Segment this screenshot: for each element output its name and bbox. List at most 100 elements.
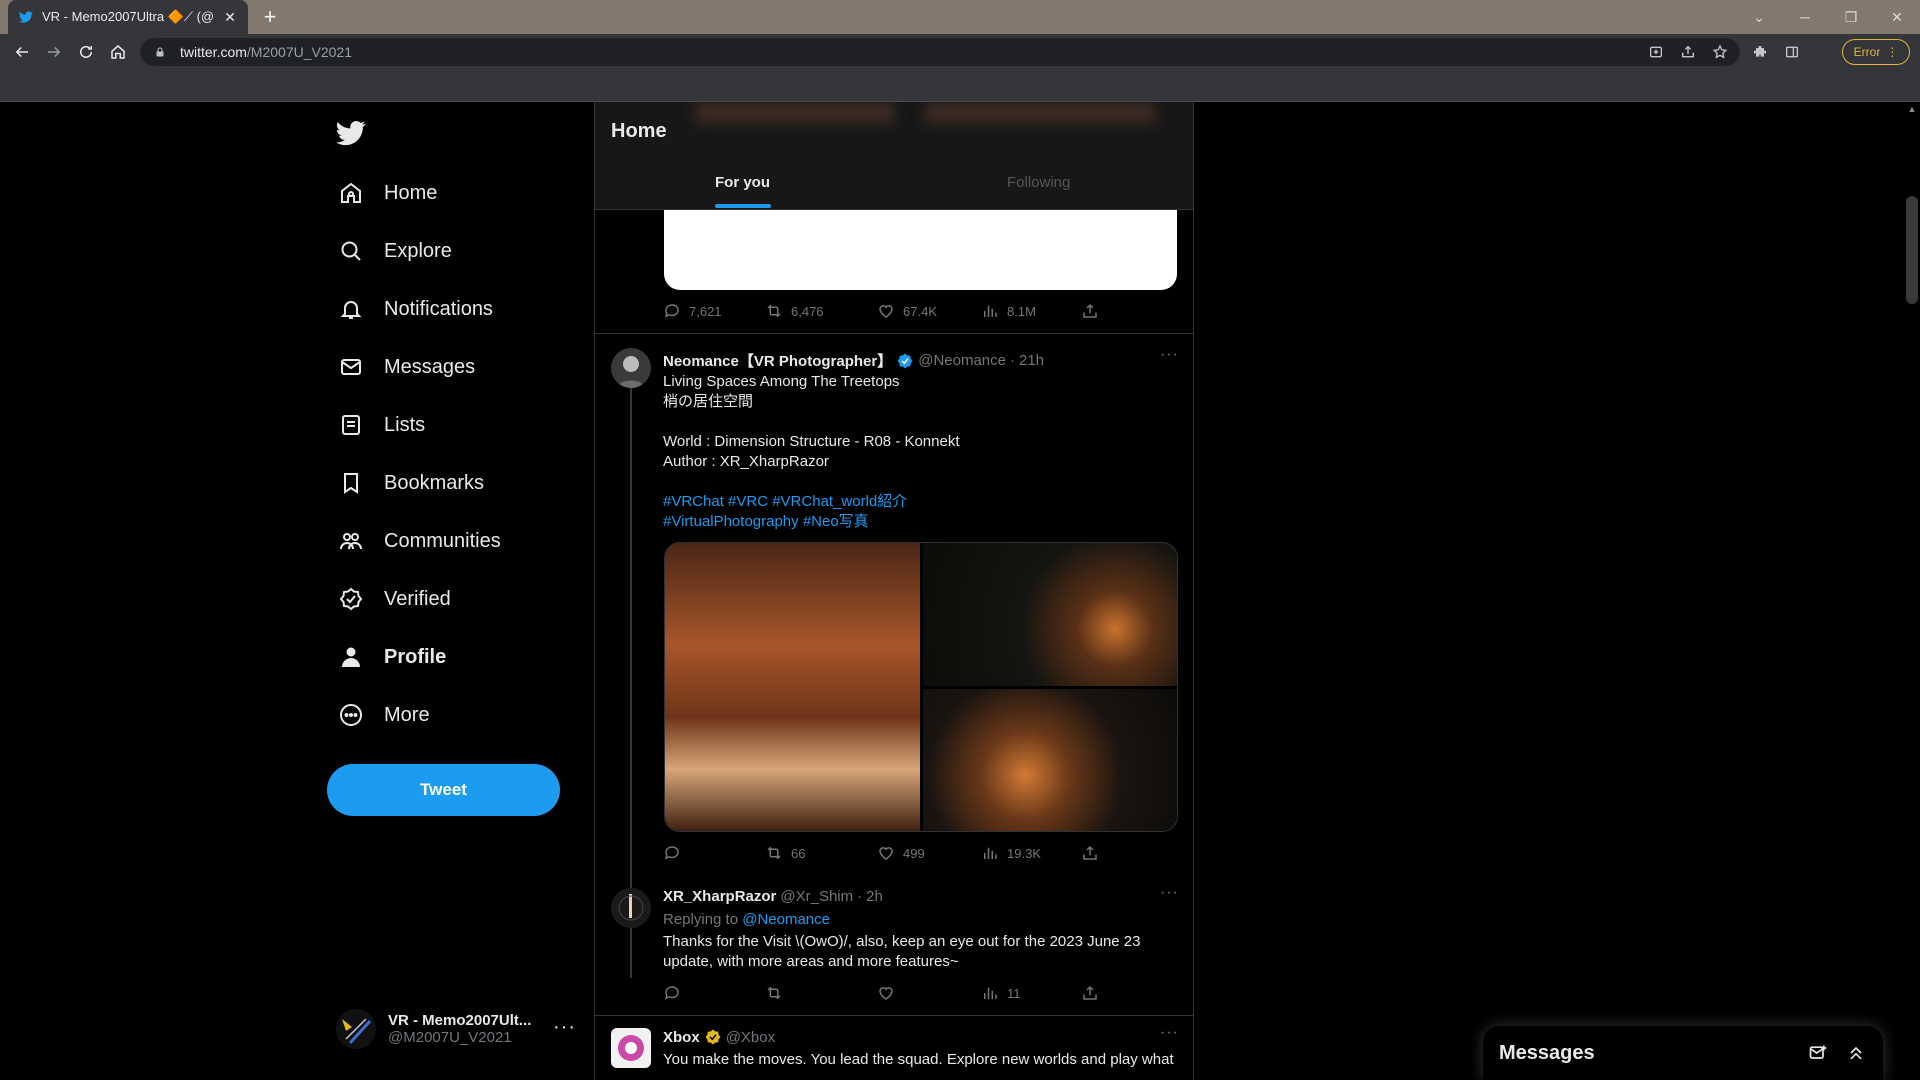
sidebar-item-communities[interactable]: Communities [338,516,501,566]
heart-icon [879,305,893,318]
kebab-menu-icon: ⋮ [1886,45,1899,59]
tab-for-you[interactable]: For you [715,174,770,191]
side-panel-icon[interactable] [1780,40,1804,64]
sidebar-item-notifications[interactable]: Notifications [338,284,493,334]
install-icon[interactable] [1644,40,1668,64]
author-handle[interactable]: @Xr_Shim [780,888,853,905]
extensions-icon[interactable] [1748,40,1772,64]
messages-drawer[interactable]: Messages [1483,1026,1883,1080]
sidebar-item-label: Bookmarks [384,471,485,494]
tab-following[interactable]: Following [1007,174,1070,191]
address-bar[interactable]: twitter.com/M2007U_V2021 [140,38,1740,66]
list-icon [338,412,364,438]
sidebar-item-home[interactable]: Home [338,168,437,218]
lock-icon [154,45,168,59]
timestamp[interactable]: 21h [1019,352,1044,369]
expand-up-icon[interactable] [1845,1042,1867,1064]
reply-icon [664,304,679,318]
scrollbar-thumb[interactable] [1906,196,1918,304]
sidebar-item-profile[interactable]: Profile [338,632,446,682]
new-message-icon[interactable] [1807,1042,1829,1064]
like-button[interactable]: 67.4K [877,302,981,320]
retweet-count: 66 [791,845,806,861]
media-image[interactable] [923,543,1177,686]
previous-tweet-card[interactable] [664,210,1177,290]
views-button[interactable]: 8.1M [981,302,1081,320]
browser-tab[interactable]: VR - Memo2007Ultra 🔶⟋ (@M ✕ [8,0,248,34]
avatar[interactable] [611,348,651,388]
more-circle-icon [338,702,364,728]
hashtags[interactable]: #VRChat #VRC #VRChat_world紹介 [663,492,1178,512]
like-button[interactable]: 499 [877,844,981,862]
forward-icon[interactable] [42,40,66,64]
scroll-up-icon[interactable]: ▲ [1906,104,1918,116]
share-button[interactable] [1081,984,1099,1002]
tweet-reply[interactable]: XR_XharpRazor @Xr_Shim · 2h ··· Replying… [595,880,1193,1016]
hashtags[interactable]: #VirtualPhotography #Neo写真 [663,512,1178,532]
person-icon [338,644,364,670]
home-browser-icon[interactable] [106,40,130,64]
tweet-media-grid[interactable] [664,542,1178,832]
views-button[interactable]: 11 [981,984,1081,1002]
twitter-logo-icon[interactable] [336,118,370,152]
retweet-button[interactable]: 6,476 [765,302,877,320]
like-count: 499 [903,845,925,861]
sidebar-item-lists[interactable]: Lists [338,400,425,450]
verified-gold-badge-icon [705,1029,721,1045]
avatar[interactable] [611,888,651,928]
reply-button[interactable] [663,984,765,1002]
retweet-icon [767,304,781,318]
tweet-more-icon[interactable]: ··· [1160,346,1179,364]
twitter-favicon-icon [18,9,34,25]
tab-search-icon[interactable]: ⌄ [1736,0,1782,34]
media-image[interactable] [665,543,920,831]
sidebar-item-messages[interactable]: Messages [338,342,475,392]
retweet-button[interactable] [765,984,877,1002]
minimize-icon[interactable]: ─ [1782,0,1828,34]
author-name[interactable]: Neomance【VR Photographer】 [663,350,892,371]
view-count: 19.3K [1007,845,1041,861]
like-button[interactable] [877,984,981,1002]
sidebar-item-more[interactable]: More [338,690,430,740]
tweet-line [663,412,1178,432]
reply-button[interactable]: 7,621 [663,302,765,320]
sidebar-item-bookmarks[interactable]: Bookmarks [338,458,484,508]
timestamp[interactable]: 2h [866,888,883,905]
sidebar-item-verified[interactable]: Verified [338,574,451,624]
view-count: 11 [1007,985,1021,1001]
window-close-icon[interactable]: ✕ [1874,0,1920,34]
tweet-more-icon[interactable]: ··· [1160,884,1179,902]
verified-badge-icon [897,353,913,368]
account-switcher[interactable]: VR - Memo2007Ult... @M2007U_V2021 ··· [336,1002,576,1056]
tab-close-icon[interactable]: ✕ [222,9,238,26]
tweet[interactable]: Xbox @Xbox ··· You make the moves. You l… [595,1016,1193,1080]
share-button[interactable] [1081,844,1099,862]
author-name[interactable]: Xbox [663,1029,700,1046]
tweet-more-icon[interactable]: ··· [1160,1024,1179,1042]
profile-error-button[interactable]: Error ⋮ [1842,39,1910,65]
sidebar-item-explore[interactable]: Explore [338,226,452,276]
share-icon [1083,985,1097,1000]
author-name[interactable]: XR_XharpRazor [663,888,776,905]
author-handle[interactable]: @Neomance [918,352,1006,369]
restore-icon[interactable]: ❐ [1828,0,1874,34]
tweet-button[interactable]: Tweet [327,764,560,816]
messages-drawer-title: Messages [1499,1041,1595,1064]
views-button[interactable]: 19.3K [981,844,1081,862]
avatar[interactable] [611,1028,651,1068]
retweet-button[interactable]: 66 [765,844,877,862]
back-icon[interactable] [10,40,34,64]
share-icon [1083,845,1097,860]
author-handle[interactable]: @Xbox [726,1029,775,1046]
reply-button[interactable] [663,844,765,862]
share-button[interactable] [1081,302,1099,320]
reload-icon[interactable] [74,40,98,64]
bookmark-star-icon[interactable] [1708,40,1732,64]
account-handle: @M2007U_V2021 [388,1029,512,1046]
tweet-line: World : Dimension Structure - R08 - Konn… [663,433,960,450]
share-icon[interactable] [1676,40,1700,64]
media-image[interactable] [923,689,1177,831]
people-icon [338,528,364,554]
new-tab-icon[interactable]: + [258,6,282,30]
replying-to-link[interactable]: @Neomance [742,911,830,928]
